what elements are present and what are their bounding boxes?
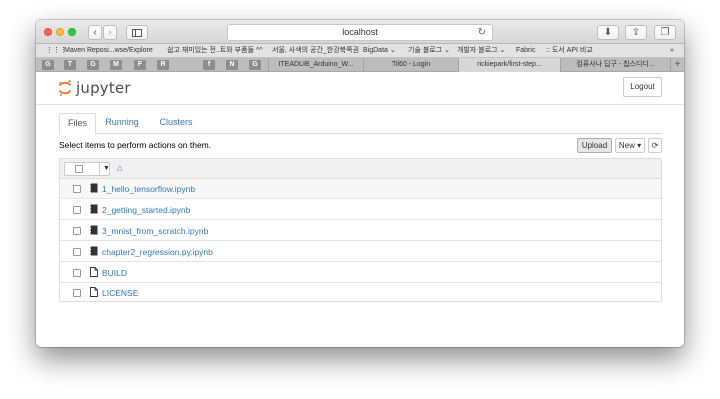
bookmark-item[interactable]: Fabric <box>516 47 535 55</box>
pinned-tab[interactable]: G <box>249 60 261 70</box>
file-name-link[interactable]: 3_mnist_from_scratch.ipynb <box>102 221 208 241</box>
bookmark-item[interactable]: BigData ⌄ <box>363 47 396 55</box>
sidebar-icon <box>132 29 142 37</box>
jupyter-logo[interactable]: jupyter <box>58 78 131 98</box>
row-checkbox[interactable] <box>73 185 81 193</box>
refresh-button[interactable]: ⟳ <box>648 138 662 153</box>
row-checkbox[interactable] <box>73 289 81 297</box>
pinned-tab[interactable]: T <box>64 60 76 70</box>
browser-tab[interactable]: 컴퓨사나 딥구 - 칩스디디... <box>560 58 670 72</box>
forward-button[interactable]: › <box>103 25 117 40</box>
caret-down-icon[interactable]: ▼ <box>99 163 110 175</box>
pinned-tab[interactable]: G <box>42 60 54 70</box>
pinned-tab[interactable]: N <box>226 60 238 70</box>
reload-icon[interactable]: ↻ <box>478 25 486 40</box>
home-icon[interactable]: ⌂ <box>117 163 122 173</box>
row-checkbox[interactable] <box>73 206 81 214</box>
tab-clusters[interactable]: Clusters <box>152 113 200 134</box>
file-icon <box>90 267 98 277</box>
browser-tab[interactable]: Til60 - Login <box>363 58 458 72</box>
bookmark-item[interactable]: 쉽고 재미있는 전..트와 부품들 ^^ <box>167 47 263 55</box>
browser-tab[interactable]: rickiepark/first-step... <box>458 58 560 72</box>
pinned-tab[interactable]: f <box>203 60 215 70</box>
row-checkbox[interactable] <box>73 248 81 256</box>
chevron-left-icon: ‹ <box>93 27 97 38</box>
notebook-icon <box>90 204 98 214</box>
sidebar-toggle-button[interactable] <box>126 25 148 40</box>
file-row[interactable]: 1_hello_tensorflow.ipynb <box>60 179 661 199</box>
bookmark-item[interactable]: 개발자 블로그 ⌄ <box>457 47 505 55</box>
select-all-checkbox[interactable] <box>75 165 83 173</box>
tab-files[interactable]: Files <box>59 113 96 135</box>
file-list: ▼ ⌂ 1_hello_tensorflow.ipynb 2_getting_s… <box>59 158 662 302</box>
new-dropdown-button[interactable]: New ▾ <box>615 138 645 153</box>
file-name-link[interactable]: LICENSE <box>102 283 138 303</box>
browser-window: ‹ › localhost ↻ ⬇ ⇪ ❐ ⋮⋮⋮ Maven Reposi..… <box>36 20 684 347</box>
bookmark-item[interactable]: 기술 블로그 ⌄ <box>408 47 450 55</box>
dashboard-tabs: Files Running Clusters <box>59 113 662 135</box>
file-row[interactable]: LICENSE <box>60 283 661 303</box>
file-row[interactable]: chapter2_regression.py.ipynb <box>60 242 661 262</box>
address-bar[interactable]: localhost ↻ <box>227 24 493 41</box>
browser-tab[interactable]: ITEADLIB_Arduino_W... <box>268 58 363 72</box>
share-icon: ⇪ <box>631 27 641 38</box>
file-row[interactable]: 2_getting_started.ipynb <box>60 200 661 220</box>
tab-running[interactable]: Running <box>100 113 144 134</box>
jupyter-logo-icon <box>58 80 72 96</box>
share-button[interactable]: ⇪ <box>625 25 647 40</box>
pinned-tab[interactable]: G <box>87 60 99 70</box>
pinned-tab[interactable]: F <box>134 60 146 70</box>
refresh-icon: ⟳ <box>651 141 659 150</box>
download-icon: ⬇ <box>603 27 613 38</box>
overflow-icon[interactable]: » <box>670 47 674 55</box>
chevron-right-icon: › <box>108 27 112 38</box>
bookmark-item[interactable]: 서울, 사색의 공간_한강북쪽권 <box>272 47 359 55</box>
close-window-button[interactable] <box>44 28 52 36</box>
file-name-link[interactable]: chapter2_regression.py.ipynb <box>102 242 213 262</box>
notebook-icon <box>90 246 98 256</box>
new-tab-button[interactable]: + <box>670 58 684 72</box>
file-name-link[interactable]: 2_getting_started.ipynb <box>102 200 190 220</box>
row-checkbox[interactable] <box>73 269 81 277</box>
zoom-window-button[interactable] <box>68 28 76 36</box>
notebook-icon <box>90 225 98 235</box>
pinned-tab[interactable]: M <box>110 60 122 70</box>
jupyter-header: jupyter Logout <box>36 72 684 105</box>
select-all-dropdown[interactable]: ▼ <box>64 162 110 176</box>
address-text: localhost <box>342 27 378 37</box>
pinned-tab[interactable]: R <box>157 60 169 70</box>
select-instructions: Select items to perform actions on them. <box>59 140 212 150</box>
file-name-link[interactable]: BUILD <box>102 263 127 283</box>
bookmark-item[interactable]: Maven Reposi...wse/Explore <box>64 47 153 55</box>
downloads-button[interactable]: ⬇ <box>597 25 619 40</box>
back-button[interactable]: ‹ <box>88 25 102 40</box>
upload-button[interactable]: Upload <box>577 138 612 153</box>
notebook-icon <box>90 183 98 193</box>
row-checkbox[interactable] <box>73 227 81 235</box>
tabs-icon: ❐ <box>660 27 670 38</box>
file-row[interactable]: BUILD <box>60 263 661 283</box>
bookmarks-bar: ⋮⋮⋮ Maven Reposi...wse/Explore 쉽고 재미있는 전… <box>36 44 684 58</box>
file-list-header: ▼ ⌂ <box>60 159 661 179</box>
bookmark-item[interactable]: :: 도서 API 비교 <box>546 47 593 55</box>
file-row[interactable]: 3_mnist_from_scratch.ipynb <box>60 221 661 241</box>
minimize-window-button[interactable] <box>56 28 64 36</box>
file-name-link[interactable]: 1_hello_tensorflow.ipynb <box>102 179 195 199</box>
logout-button[interactable]: Logout <box>623 77 662 97</box>
tabs-overview-button[interactable]: ❐ <box>654 25 676 40</box>
file-icon <box>90 287 98 297</box>
browser-tab-strip: G T G M F R f N G ITEADLIB_Arduino_W... … <box>36 58 684 72</box>
browser-toolbar: ‹ › localhost ↻ ⬇ ⇪ ❐ <box>36 20 684 44</box>
jupyter-logo-text: jupyter <box>76 79 131 97</box>
